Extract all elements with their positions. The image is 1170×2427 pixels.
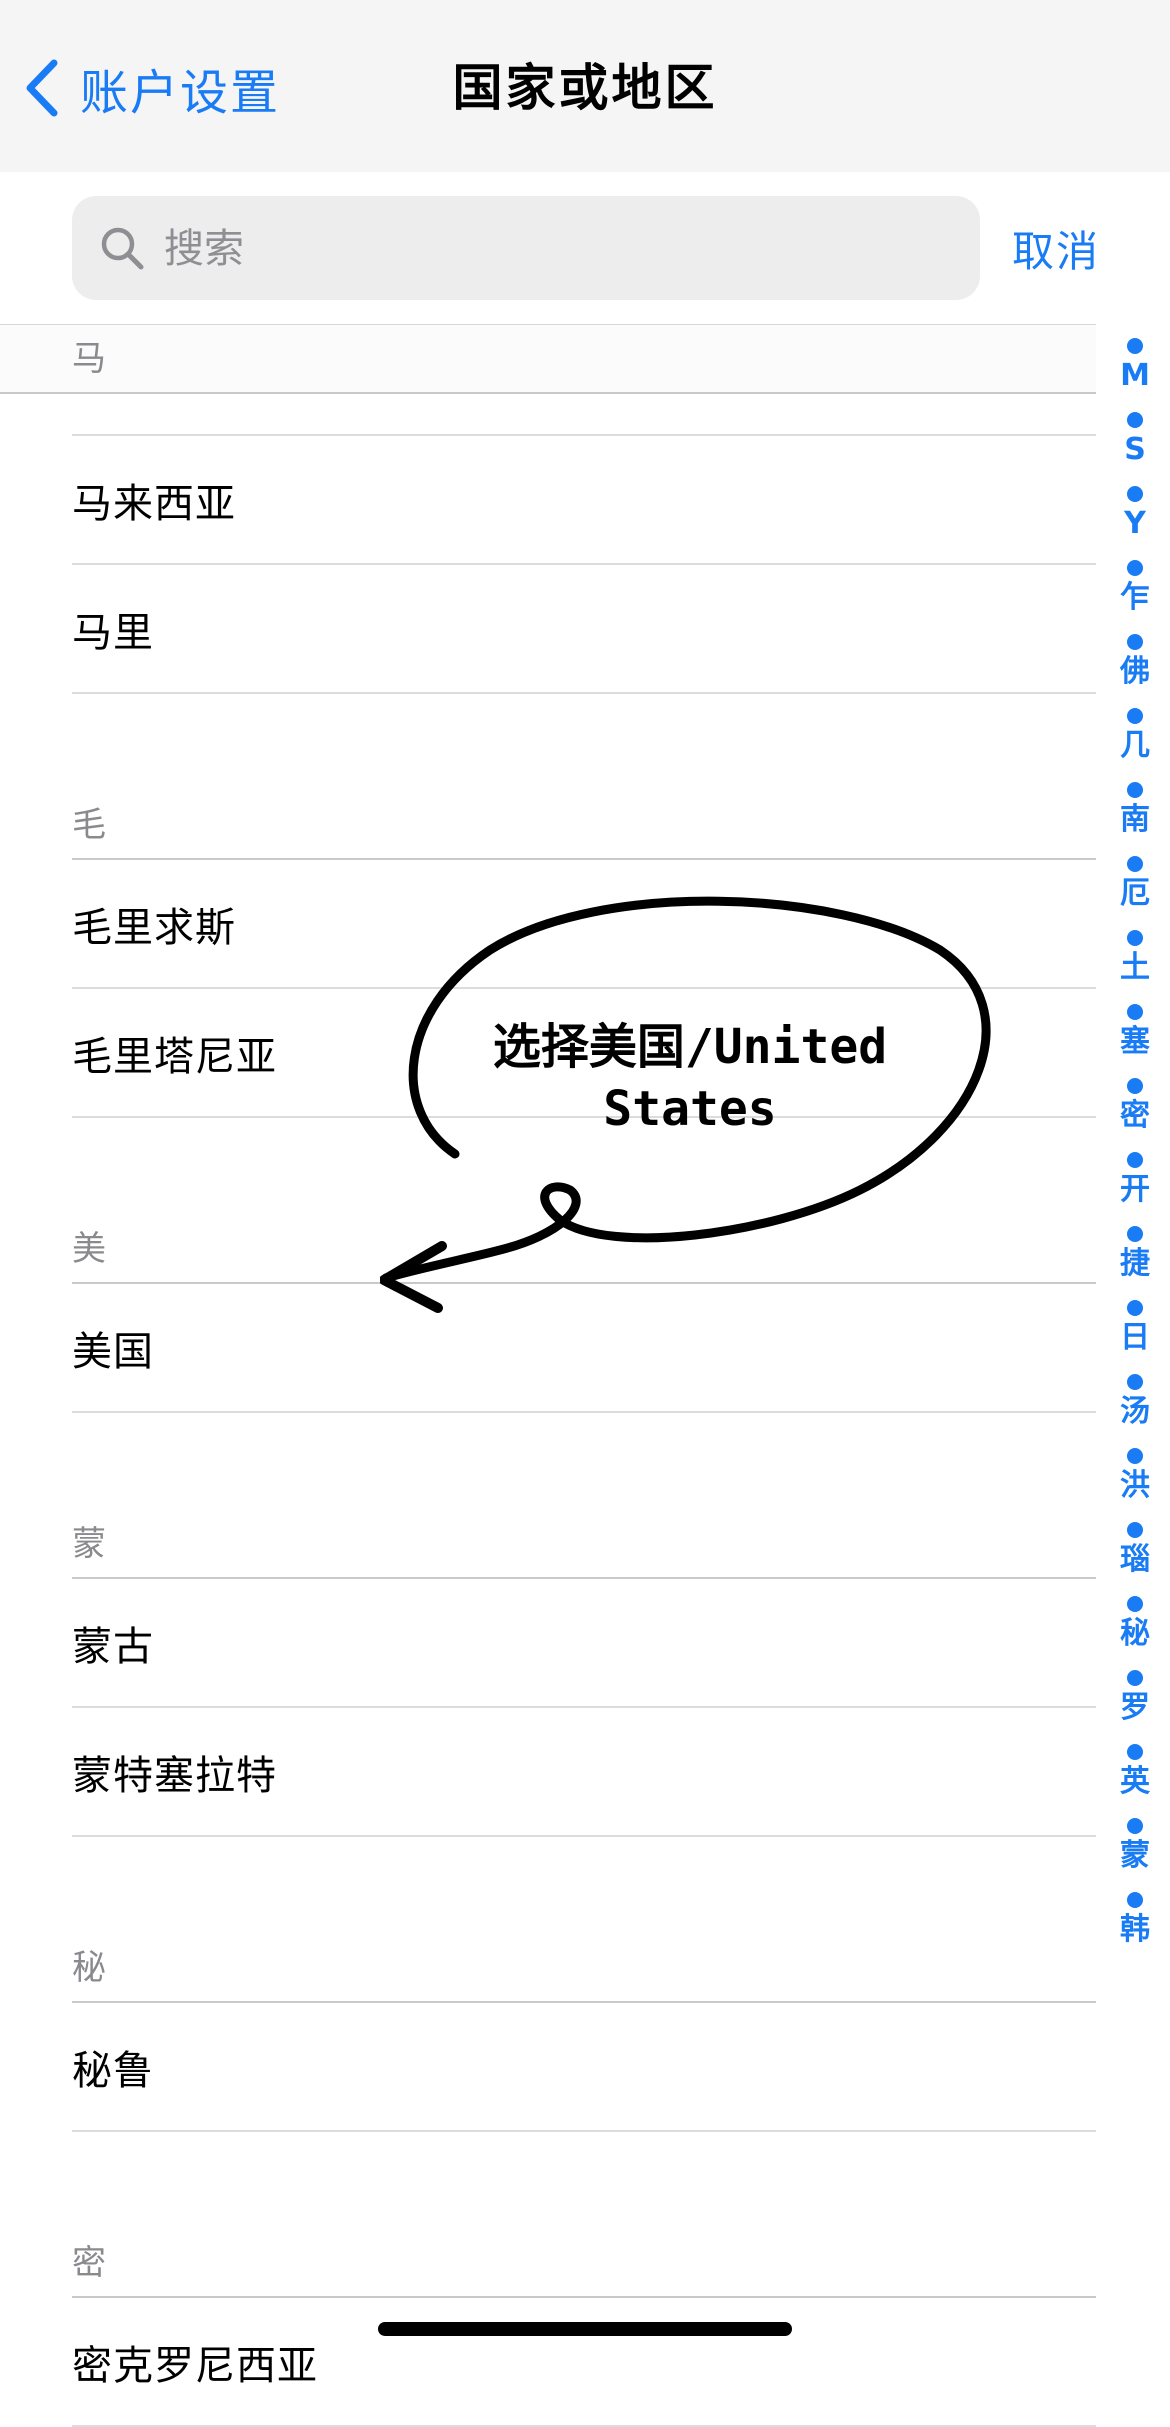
index-letter[interactable]: 密 xyxy=(1120,1098,1150,1134)
index-dot-icon xyxy=(1127,486,1143,502)
index-letter[interactable]: 罗 xyxy=(1120,1690,1150,1726)
section-header: 马 xyxy=(0,324,1096,394)
home-indicator xyxy=(378,2322,792,2336)
annotation-line-2: States xyxy=(603,1081,777,1137)
section-header: 秘 xyxy=(72,1933,1096,2003)
section-header: 密 xyxy=(72,2228,1096,2298)
index-letter[interactable]: 英 xyxy=(1120,1764,1150,1800)
section-header-label: 蒙 xyxy=(72,1524,106,1564)
index-dot-icon xyxy=(1127,1670,1143,1686)
section-header-label: 秘 xyxy=(72,1948,106,1988)
country-list: 马 马来西亚 马里 毛 毛里求斯 毛里塔尼亚 美 美国 蒙 蒙古 蒙特塞拉特 秘… xyxy=(0,324,1096,2427)
search-bar: 取消 xyxy=(0,172,1170,324)
list-item[interactable]: 密克罗尼西亚 xyxy=(72,2298,1096,2427)
section-index-bar[interactable]: M S Y 乍佛几南厄土塞密开捷日汤洪瑙秘罗英蒙韩 xyxy=(1112,320,1158,1948)
annotation-line-1: 选择美国/United xyxy=(492,1019,888,1075)
list-item[interactable]: 蒙古 xyxy=(72,1579,1096,1708)
section-header: 毛 xyxy=(72,790,1096,860)
index-dot-icon xyxy=(1127,560,1143,576)
list-item[interactable]: 马里 xyxy=(72,565,1096,694)
section-header-label: 密 xyxy=(72,2243,106,2283)
index-letter[interactable]: 蒙 xyxy=(1120,1838,1150,1874)
index-letter[interactable]: S xyxy=(1124,432,1146,468)
index-dot-icon xyxy=(1127,708,1143,724)
index-letter[interactable]: 乍 xyxy=(1120,580,1150,616)
index-letter[interactable]: M xyxy=(1120,358,1150,394)
index-dot-icon xyxy=(1127,1522,1143,1538)
index-dot-icon xyxy=(1127,1448,1143,1464)
index-letter[interactable]: 南 xyxy=(1120,802,1150,838)
annotation-label: 选择美国/United States xyxy=(480,1016,900,1140)
index-dot-icon xyxy=(1127,1078,1143,1094)
navigation-bar: 账户设置 国家或地区 xyxy=(0,0,1170,173)
index-letter[interactable]: Y xyxy=(1124,506,1146,542)
index-dot-icon xyxy=(1127,1300,1143,1316)
divider xyxy=(72,394,1096,436)
search-icon xyxy=(101,227,144,270)
index-dot-icon xyxy=(1127,1596,1143,1612)
section-header-label: 马 xyxy=(72,339,106,379)
index-letter[interactable]: 塞 xyxy=(1120,1024,1150,1060)
index-letter[interactable]: 几 xyxy=(1120,728,1150,764)
list-item[interactable]: 蒙特塞拉特 xyxy=(72,1708,1096,1837)
index-dot-icon xyxy=(1127,1152,1143,1168)
index-dot-icon xyxy=(1127,338,1143,354)
index-dot-icon xyxy=(1127,1226,1143,1242)
index-dot-icon xyxy=(1127,782,1143,798)
section-header-label: 毛 xyxy=(72,805,106,845)
search-input[interactable] xyxy=(162,196,946,302)
index-letter[interactable]: 秘 xyxy=(1120,1616,1150,1652)
index-dot-icon xyxy=(1127,1744,1143,1760)
search-field[interactable] xyxy=(72,196,980,302)
index-dot-icon xyxy=(1127,1892,1143,1908)
page-title: 国家或地区 xyxy=(452,59,718,117)
list-item[interactable]: 马来西亚 xyxy=(72,436,1096,565)
index-letter[interactable]: 韩 xyxy=(1120,1912,1150,1948)
index-letter[interactable]: 厄 xyxy=(1120,876,1150,912)
index-dot-icon xyxy=(1127,412,1143,428)
index-letter[interactable]: 洪 xyxy=(1120,1468,1150,1504)
index-letter[interactable]: 开 xyxy=(1120,1172,1150,1208)
index-dot-icon xyxy=(1127,634,1143,650)
index-dot-icon xyxy=(1127,856,1143,872)
index-letter[interactable]: 汤 xyxy=(1120,1394,1150,1430)
index-letter[interactable]: 佛 xyxy=(1120,654,1150,690)
section-header: 蒙 xyxy=(72,1509,1096,1579)
index-letter[interactable]: 瑙 xyxy=(1120,1542,1150,1578)
index-dot-icon xyxy=(1127,1818,1143,1834)
index-dot-icon xyxy=(1127,1374,1143,1390)
cancel-button[interactable]: 取消 xyxy=(1012,218,1100,279)
index-dot-icon xyxy=(1127,930,1143,946)
index-dot-icon xyxy=(1127,1004,1143,1020)
index-letter[interactable]: 日 xyxy=(1120,1320,1150,1356)
list-item[interactable]: 秘鲁 xyxy=(72,2003,1096,2132)
index-letter[interactable]: 土 xyxy=(1120,950,1150,986)
section-header-label: 美 xyxy=(72,1229,106,1269)
index-letter[interactable]: 捷 xyxy=(1120,1246,1150,1282)
